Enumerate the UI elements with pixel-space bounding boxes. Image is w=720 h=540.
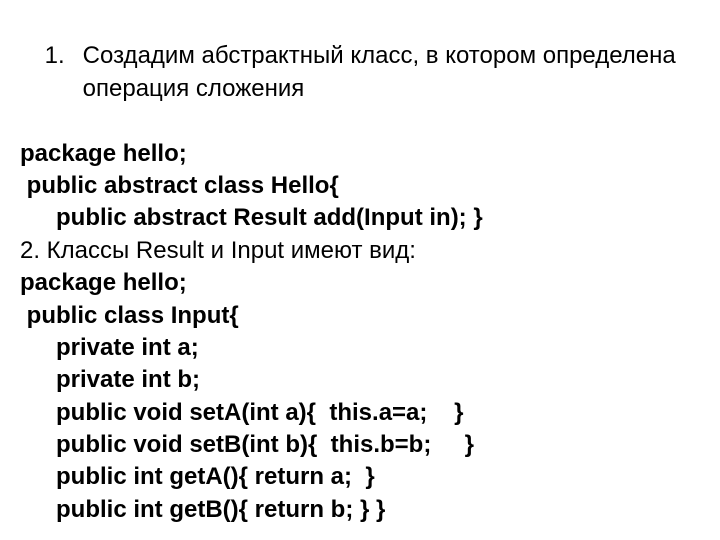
- code-line: private int b;: [0, 364, 712, 396]
- code-line: public abstract Result add(Input in); }: [0, 202, 712, 234]
- slide: 1.Создадим абстрактный класс, в котором …: [0, 0, 720, 540]
- code-line: package hello;: [0, 138, 712, 170]
- list-item-2: 2. Классы Result и Input имеют вид:: [0, 235, 712, 267]
- code-line: public class Input{: [0, 300, 712, 332]
- code-line: private int a;: [0, 332, 712, 364]
- list-number: 1.: [27, 40, 83, 72]
- list-text: Создадим абстрактный класс, в котором оп…: [83, 40, 720, 105]
- code-line: public void setB(int b){ this.b=b; }: [0, 429, 712, 461]
- code-line: public int getA(){ return a; }: [0, 461, 712, 493]
- code-line: public void setA(int a){ this.a=a; }: [0, 397, 712, 429]
- code-line: public abstract class Hello{: [0, 170, 712, 202]
- code-line: package hello;: [0, 267, 712, 299]
- list-item-1: 1.Создадим абстрактный класс, в котором …: [0, 8, 712, 138]
- code-line: public int getB(){ return b; } }: [0, 494, 712, 526]
